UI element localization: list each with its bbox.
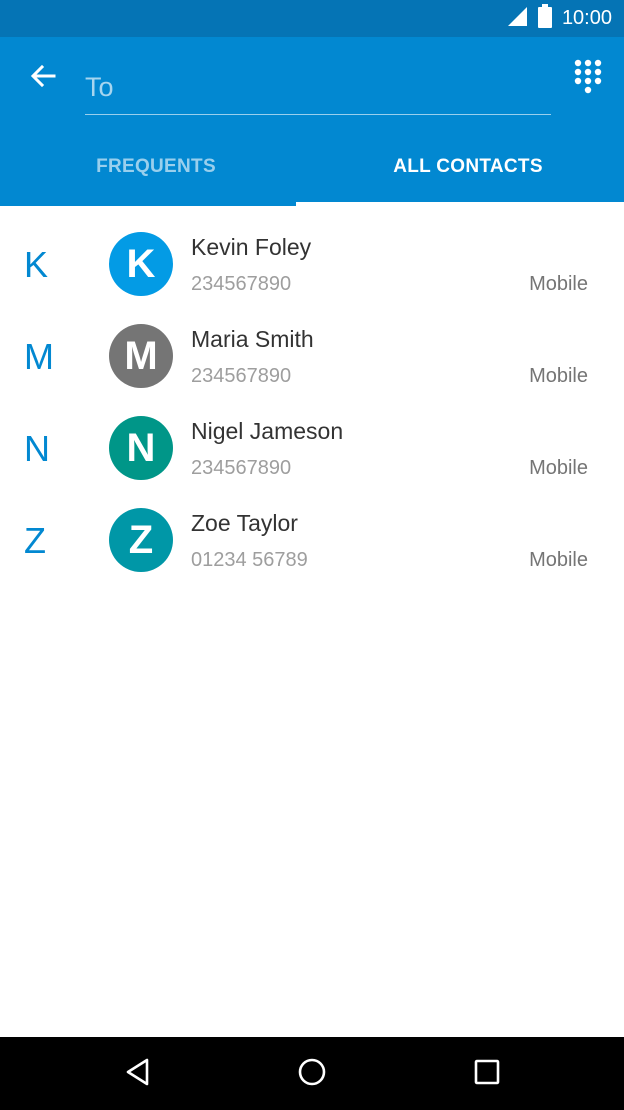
tab-frequents[interactable]: FREQUENTS <box>0 127 312 206</box>
section-letter: Z <box>24 520 46 561</box>
section-letter: M <box>24 336 54 377</box>
contact-row-kevin-foley[interactable]: K K Kevin Foley 234567890 Mobile <box>0 210 624 302</box>
avatar: Z <box>109 508 173 572</box>
contact-name: Maria Smith <box>191 326 314 352</box>
avatar: N <box>109 416 173 480</box>
contact-name: Kevin Foley <box>191 234 312 260</box>
nav-recents-button[interactable] <box>463 1051 511 1097</box>
to-field <box>85 55 551 115</box>
section-letter: K <box>24 244 49 285</box>
avatar: K <box>109 232 173 296</box>
contact-row-maria-smith[interactable]: M M Maria Smith 234567890 Mobile <box>0 302 624 394</box>
tab-all-contacts[interactable]: ALL CONTACTS <box>312 127 624 206</box>
contact-number-type: Mobile <box>529 549 588 571</box>
navigation-bar <box>0 1037 624 1110</box>
contact-number-type: Mobile <box>529 457 588 479</box>
nav-back-button[interactable] <box>114 1051 162 1097</box>
contact-row-zoe-taylor[interactable]: Z Z Zoe Taylor 01234 56789 Mobile <box>0 486 624 578</box>
nav-home-icon <box>297 1057 327 1092</box>
contact-number: 234567890 <box>191 457 292 479</box>
contact-number: 234567890 <box>191 273 292 295</box>
dialpad-button[interactable] <box>568 57 608 97</box>
arrow-back-icon <box>28 63 56 96</box>
tab-indicator <box>296 202 624 206</box>
status-icons: 10:00 <box>506 0 612 37</box>
back-button[interactable] <box>18 59 66 99</box>
nav-recents-icon <box>473 1058 501 1091</box>
signal-icon <box>506 5 528 32</box>
contact-name: Nigel Jameson <box>191 418 344 444</box>
tab-bar: FREQUENTS ALL CONTACTS <box>0 127 624 206</box>
avatar: M <box>109 324 173 388</box>
contact-row-nigel-jameson[interactable]: N N Nigel Jameson 234567890 Mobile <box>0 394 624 486</box>
battery-icon <box>537 4 552 33</box>
contact-number: 234567890 <box>191 365 292 387</box>
to-input[interactable] <box>85 55 551 114</box>
dialpad-icon <box>568 59 608 101</box>
status-bar: 10:00 <box>0 0 624 37</box>
contact-list: K K Kevin Foley 234567890 Mobile M M Mar… <box>0 210 624 578</box>
contact-number: 01234 56789 <box>191 549 308 571</box>
contact-number-type: Mobile <box>529 273 588 295</box>
contact-name: Zoe Taylor <box>191 510 298 536</box>
section-letter: N <box>24 428 50 469</box>
status-time: 10:00 <box>561 7 612 29</box>
nav-home-button[interactable] <box>288 1051 336 1097</box>
contact-number-type: Mobile <box>529 365 588 387</box>
nav-back-icon <box>123 1057 153 1092</box>
app-bar: FREQUENTS ALL CONTACTS <box>0 37 624 206</box>
